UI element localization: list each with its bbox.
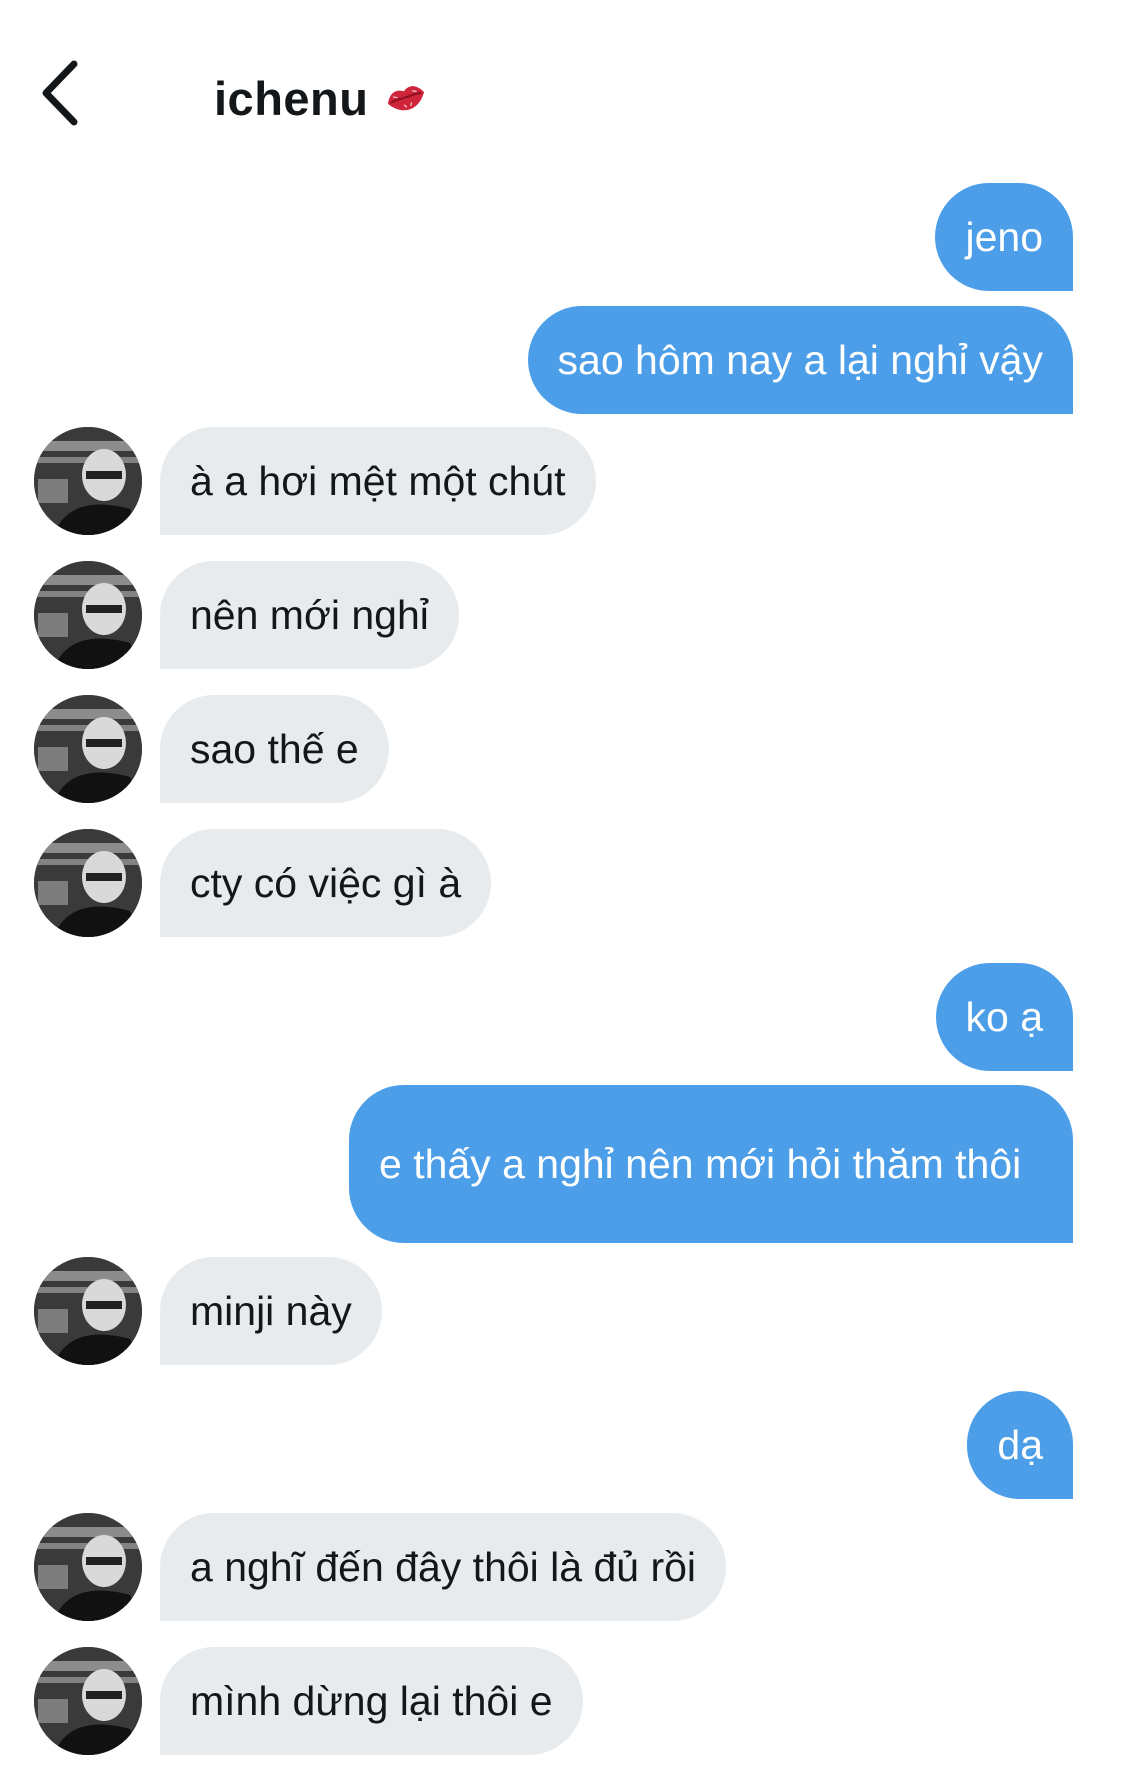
avatar-photo [34,561,142,669]
message-bubble[interactable]: e thấy a nghỉ nên mới hỏi thăm thôi [349,1085,1073,1243]
message-incoming: sao thế e [34,695,389,803]
avatar-photo [34,1513,142,1621]
avatar[interactable] [34,1647,142,1755]
message-outgoing: dạ [967,1391,1073,1499]
avatar[interactable] [34,427,142,535]
avatar-photo [34,427,142,535]
message-thread: jeno sao hôm nay a lại nghỉ vậy à a hơi … [0,0,1124,1787]
message-bubble[interactable]: ko ạ [935,963,1073,1071]
avatar[interactable] [34,829,142,937]
avatar-photo [34,829,142,937]
message-incoming: a nghĩ đến đây thôi là đủ rồi [34,1513,727,1621]
message-bubble[interactable]: nên mới nghỉ [160,561,459,669]
message-outgoing: sao hôm nay a lại nghỉ vậy [527,306,1073,414]
message-incoming: à a hơi mệt một chút [34,427,596,535]
message-incoming: nên mới nghỉ [34,561,459,669]
avatar[interactable] [34,561,142,669]
message-incoming: minji này [34,1257,382,1365]
message-bubble[interactable]: minji này [160,1257,382,1365]
message-outgoing: ko ạ [935,963,1073,1071]
message-bubble[interactable]: cty có việc gì à [160,829,492,937]
message-incoming: cty có việc gì à [34,829,492,937]
message-bubble[interactable]: sao hôm nay a lại nghỉ vậy [527,306,1073,414]
avatar-photo [34,1647,142,1755]
message-bubble[interactable]: a nghĩ đến đây thôi là đủ rồi [160,1513,727,1621]
message-bubble[interactable]: mình dừng lại thôi e [160,1647,583,1755]
avatar-photo [34,1257,142,1365]
message-bubble[interactable]: sao thế e [160,695,389,803]
avatar-photo [34,695,142,803]
message-bubble[interactable]: dạ [967,1391,1073,1499]
message-bubble[interactable]: jeno [935,183,1073,291]
message-outgoing: jeno [935,183,1073,291]
message-bubble[interactable]: à a hơi mệt một chút [160,427,596,535]
message-incoming: mình dừng lại thôi e [34,1647,583,1755]
message-outgoing: e thấy a nghỉ nên mới hỏi thăm thôi [349,1085,1073,1243]
avatar[interactable] [34,1257,142,1365]
avatar[interactable] [34,695,142,803]
avatar[interactable] [34,1513,142,1621]
